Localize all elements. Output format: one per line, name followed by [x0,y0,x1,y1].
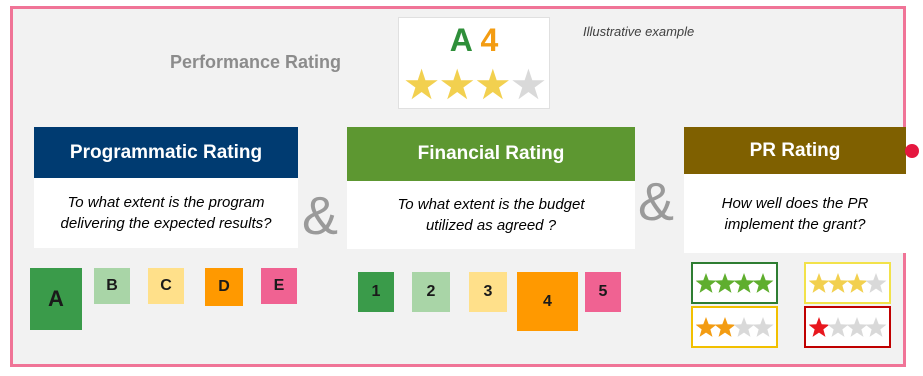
star-rating-box-3 [804,262,891,304]
star-filled-icon [714,317,735,337]
star-rating-box-4 [691,262,778,304]
programmatic-rating-header: Programmatic Rating [34,127,298,178]
star-filled-icon [733,273,754,293]
star-filled-icon [752,273,773,293]
red-dot-marker [905,144,919,158]
performance-stars: ★★★★ [399,64,549,106]
pr-rating-header: PR Rating [684,127,906,174]
grade-4: 4 [517,272,578,331]
ampersand-2: & [638,172,675,232]
ampersand-1: & [302,186,339,246]
financial-rating-header: Financial Rating [347,127,635,181]
star-rating-box-2 [691,306,778,348]
grade-3: 3 [469,272,507,312]
star-filled-icon: ★ [438,61,476,108]
grade-2: 2 [412,272,450,312]
star-filled-icon [827,273,848,293]
grade-B: B [94,268,130,304]
star-filled-icon [714,273,735,293]
star-filled-icon [808,273,829,293]
star-filled-icon [808,317,829,337]
star-empty-icon [827,317,848,337]
star-empty-icon [846,317,867,337]
grade-D: D [205,268,243,306]
star-empty-icon: ★ [509,61,548,108]
programmatic-question: To what extent is the program delivering… [34,178,298,248]
star-rating-box-1 [804,306,891,348]
performance-grade-letter: A [449,22,472,58]
star-filled-icon [846,273,867,293]
grade-A: A [30,268,82,330]
performance-grade-number: 4 [480,22,499,58]
star-filled-icon: ★ [474,61,512,108]
stars-icon-group [808,273,886,293]
star-filled-icon [695,273,716,293]
performance-grade: A 4 [399,22,549,59]
illustrative-note: Illustrative example [583,24,695,39]
grade-5: 5 [585,272,621,312]
grade-E: E [261,268,297,304]
grade-1: 1 [358,272,394,312]
stars-icon-group [695,273,773,293]
stars-icon-group [808,317,886,337]
performance-rating-label: Performance Rating [170,52,342,72]
star-filled-icon [695,317,716,337]
star-empty-icon [752,317,773,337]
stars-icon-group [695,317,773,337]
star-empty-icon [865,317,886,337]
star-empty-icon [733,317,754,337]
grade-C: C [148,268,184,304]
star-filled-icon: ★ [402,61,441,108]
pr-question: How well does the PR implement the grant… [684,174,906,253]
financial-question: To what extent is the budget utilized as… [347,181,635,249]
performance-rating-box: A 4 ★★★★ [398,17,550,109]
star-empty-icon [865,273,886,293]
